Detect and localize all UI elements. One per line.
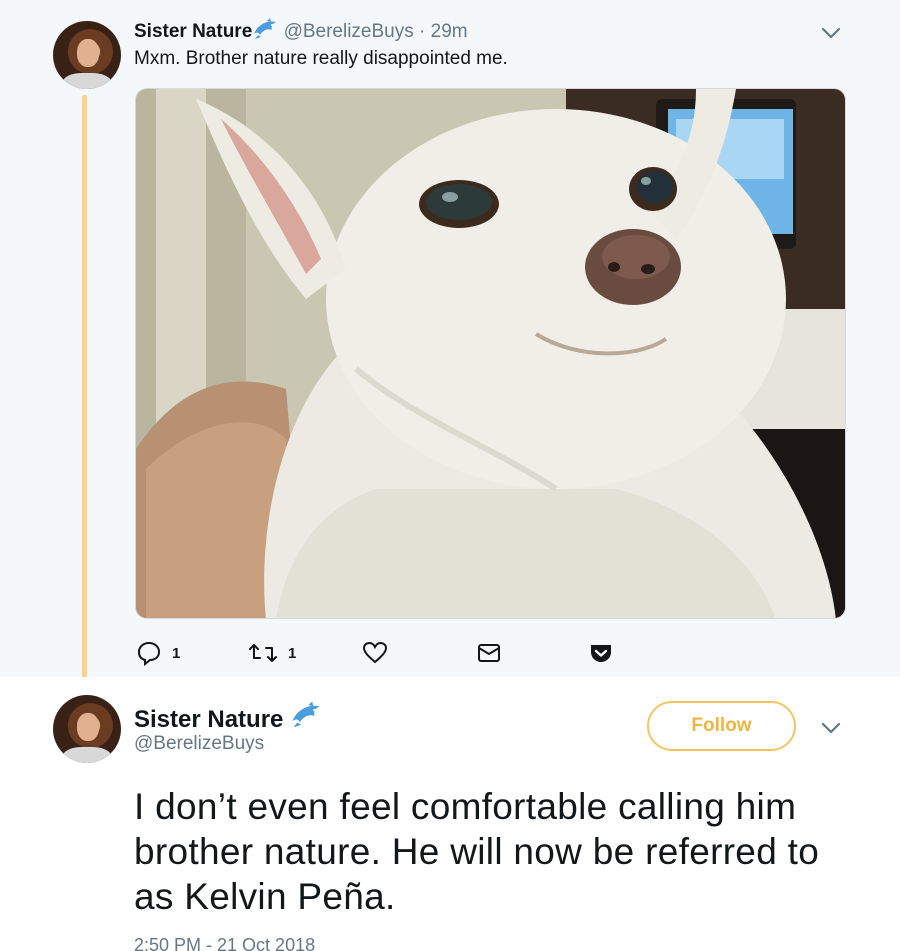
- parent-tweet[interactable]: Sister Nature @BerelizeBuys · 29m Mxm. B…: [0, 0, 900, 685]
- display-name[interactable]: Sister Nature: [134, 21, 252, 42]
- dolphin-icon: [292, 701, 320, 728]
- tweet-actions: 1 1: [136, 640, 636, 666]
- pocket-icon: [591, 645, 611, 662]
- main-tweet: Sister Nature @BerelizeBuys Follow I don…: [0, 677, 900, 951]
- envelope-icon: [478, 644, 500, 662]
- tweet-time[interactable]: 29m: [431, 21, 468, 42]
- tweet-timestamp[interactable]: 2:50 PM - 21 Oct 2018: [134, 935, 315, 951]
- retweet-icon: [249, 644, 277, 662]
- follow-button[interactable]: Follow: [647, 701, 796, 751]
- reply-icon: [137, 641, 161, 666]
- pocket-action[interactable]: [588, 640, 614, 666]
- tweet-photo[interactable]: [135, 88, 846, 619]
- heart-icon: [362, 641, 388, 664]
- retweet-action[interactable]: 1: [248, 640, 296, 666]
- tweet-text: Mxm. Brother nature really disappointed …: [134, 48, 508, 69]
- avatar-shirt: [63, 747, 111, 763]
- tweet-text: I don’t even feel comfortable calling hi…: [134, 786, 820, 917]
- chihuahua-photo-illustration: [136, 89, 845, 618]
- display-name[interactable]: Sister Nature: [134, 706, 283, 733]
- avatar[interactable]: [53, 695, 121, 763]
- display-name-row: Sister Nature: [134, 700, 322, 734]
- chevron-down-icon[interactable]: [820, 721, 842, 735]
- chevron-down-icon[interactable]: [820, 26, 842, 40]
- reply-count: 1: [172, 644, 181, 662]
- tweet-header: Sister Nature @BerelizeBuys · 29m: [134, 18, 468, 43]
- avatar[interactable]: [53, 21, 121, 89]
- handle[interactable]: @BerelizeBuys: [134, 733, 264, 755]
- handle[interactable]: @BerelizeBuys: [284, 21, 414, 42]
- retweet-count: 1: [288, 644, 297, 662]
- separator-dot: ·: [419, 21, 426, 42]
- thread-connector-line: [82, 95, 87, 685]
- like-action[interactable]: [362, 640, 388, 666]
- avatar-shirt: [63, 73, 111, 89]
- avatar-face: [77, 39, 99, 67]
- dolphin-icon: [254, 18, 277, 39]
- avatar-face: [77, 713, 99, 741]
- direct-message-action[interactable]: [476, 640, 502, 666]
- reply-action[interactable]: 1: [136, 640, 180, 666]
